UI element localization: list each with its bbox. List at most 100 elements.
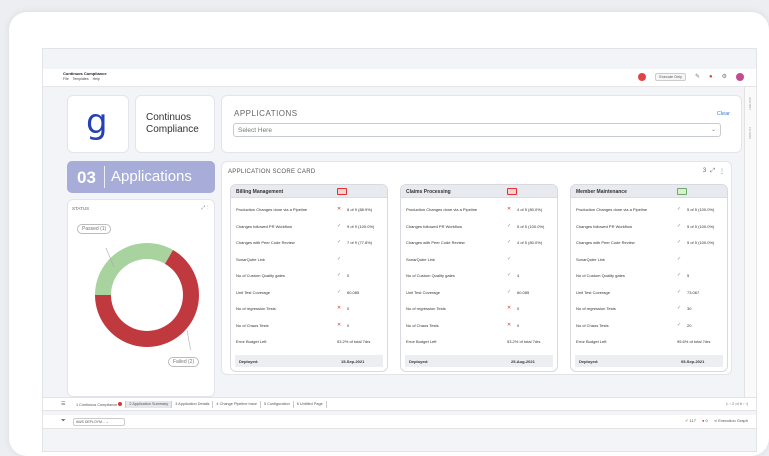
brand-name: Continuos Compliance bbox=[146, 112, 199, 135]
status-card: STATUS ⤢ ⋮ Passed (1) Failed (2) bbox=[67, 199, 215, 397]
metric-value: 5 of 5 (100.0%) bbox=[517, 223, 545, 229]
failed-callout: Failed (2) bbox=[168, 357, 200, 367]
check-icon: ✓ bbox=[677, 222, 682, 229]
metric-row: No of Custom Quality gates ✓ 4 bbox=[401, 271, 557, 281]
check-icon: ✓ bbox=[337, 272, 342, 278]
metric-label: Unit Test Coverage bbox=[576, 289, 610, 295]
deployed-date: 25-Aug-2021 bbox=[511, 359, 535, 364]
history-tab[interactable]: HISTORY bbox=[748, 97, 752, 110]
app-score-header: Claims Processing bbox=[401, 185, 557, 198]
expand-icon[interactable]: ⤢ ⋮ bbox=[201, 205, 208, 211]
metric-row: Error Budget Left 95.6% of total 7drs bbox=[571, 337, 727, 347]
page-tab[interactable]: 5 Configuration bbox=[261, 401, 294, 408]
menu-file[interactable]: File bbox=[63, 77, 69, 81]
page-tab-label: 6 Untitled Page bbox=[296, 402, 323, 406]
page-tab[interactable]: 2 Application Summary bbox=[126, 401, 173, 408]
count-divider bbox=[104, 166, 105, 188]
metric-label: No of regression Tests bbox=[406, 306, 446, 311]
alert-icon[interactable] bbox=[638, 73, 647, 81]
page-tab[interactable]: 6 Untitled Page bbox=[294, 401, 327, 408]
metric-label: Unit Test Coverage bbox=[406, 289, 440, 295]
metric-value: 5 of 5 (100.0%) bbox=[687, 223, 715, 229]
metric-value: 73.067 bbox=[687, 289, 700, 295]
avatar[interactable] bbox=[736, 73, 744, 81]
menu-icon[interactable]: ☰ bbox=[61, 401, 65, 407]
first-page-icon[interactable]: |‹ ‹ bbox=[726, 401, 731, 406]
metric-row: Changes with Peer Code Review ✓ 7 of 9 (77… bbox=[231, 238, 387, 248]
settings-icon[interactable]: ⚙ bbox=[722, 73, 727, 81]
metric-row: Error Budget Left 53.2% of total 7drs bbox=[231, 337, 387, 347]
metric-label: No of regression Tests bbox=[576, 306, 616, 311]
metric-value: 0 bbox=[347, 322, 350, 328]
page-tab[interactable]: 4 Change Pipeline trace bbox=[213, 401, 261, 408]
check-icon: ✓ bbox=[507, 255, 512, 262]
metric-label: No of Custom Quality gates bbox=[236, 273, 285, 278]
page-tab[interactable]: 3 Application Details bbox=[172, 401, 214, 408]
metric-row: Changes with Peer Code Review ✓ 4 of 5 (80… bbox=[401, 238, 557, 248]
metric-label: Production Changes done via a Pipeline bbox=[576, 207, 648, 212]
metric-label: Changes with Peer Code Review bbox=[576, 240, 635, 245]
metric-label: No of Chaos Tests bbox=[236, 322, 269, 328]
applications-count-label: Applications bbox=[111, 168, 192, 185]
error-icon: ● bbox=[701, 418, 705, 423]
error-count: 0 bbox=[705, 418, 708, 423]
metric-row: Changes followed PR Workflow ✓ 9 of 9 (100… bbox=[231, 222, 387, 232]
check-icon: ✓ bbox=[507, 272, 512, 278]
last-page-icon[interactable]: › ›| bbox=[743, 401, 748, 406]
page-tab-bar: ☰ 1 Continuos Compliance 2 Application Su… bbox=[43, 397, 756, 411]
applications-count: 03 bbox=[77, 168, 96, 187]
expand-icon[interactable]: ⤢ bbox=[710, 168, 715, 175]
metric-value: 5 of 5 (100.0%) bbox=[687, 207, 715, 212]
filters-tab[interactable]: FILTERS bbox=[748, 127, 752, 139]
filter-icon[interactable]: ⏷ bbox=[61, 418, 66, 425]
more-icon[interactable]: ⋮ bbox=[719, 168, 725, 175]
applications-label: APPLICATIONS bbox=[234, 109, 298, 118]
page-tab[interactable]: 1 Continuos Compliance bbox=[73, 401, 127, 408]
check-icon: ✓ bbox=[677, 288, 682, 295]
check-icon: ✓ bbox=[337, 288, 342, 295]
environment-select[interactable]: AWS DEPLOYM... ⌄ bbox=[73, 418, 125, 426]
deployed-label: Deployed: bbox=[409, 359, 429, 364]
menu-help[interactable]: Help bbox=[93, 77, 100, 81]
edit-icon[interactable]: ✎ bbox=[695, 73, 700, 81]
metric-label: SonarQube Link bbox=[406, 256, 435, 262]
metric-row: Error Budget Left 53.2% of total 7drs bbox=[401, 337, 557, 347]
app-name: Claims Processing bbox=[406, 189, 451, 195]
metric-value: 95.6% of total 7drs bbox=[677, 339, 711, 344]
metric-row: Changes followed PR Workflow ✓ 5 of 5 (100… bbox=[401, 222, 557, 232]
applications-count-card: 03 Applications bbox=[67, 161, 215, 193]
brand-name-card: Continuos Compliance bbox=[135, 95, 215, 153]
passed-callout: Passed (1) bbox=[77, 224, 112, 234]
score-card-tools: 3 ⤢ ⋮ bbox=[703, 168, 725, 175]
metric-row: No of Chaos Tests ✕ 0 bbox=[231, 321, 387, 331]
page-tab-label: 2 Application Summary bbox=[129, 402, 169, 406]
app-name: Billing Management bbox=[236, 189, 284, 195]
check-icon: ✓ bbox=[677, 206, 682, 212]
metric-label: SonarQube Link bbox=[236, 256, 265, 262]
check-icon: ✓ bbox=[337, 239, 342, 245]
pager: |‹ ‹ 2 of 6 › ›| bbox=[726, 401, 748, 406]
check-icon: ✓ bbox=[507, 288, 512, 295]
deployed-row: Deployed: 15-Sep-2021 bbox=[235, 355, 383, 367]
failed-status-icon bbox=[507, 188, 517, 195]
clear-link[interactable]: Clear bbox=[717, 111, 730, 117]
app-score-header: Billing Management bbox=[231, 185, 387, 198]
check-icon: ✓ bbox=[677, 321, 682, 328]
menu-templates[interactable]: Templates bbox=[73, 77, 89, 81]
metric-row: Production Changes done via a Pipeline ✕ 8… bbox=[231, 205, 387, 215]
metric-row: No of regression Tests ✓ 30 bbox=[571, 304, 727, 314]
notification-icon[interactable]: ● bbox=[709, 73, 713, 81]
execution-graph-button[interactable]: ⋖ Execution Graph bbox=[714, 418, 748, 423]
check-icon: ✓ bbox=[677, 305, 682, 311]
metric-row: Production Changes done via a Pipeline ✕ 4… bbox=[401, 205, 557, 215]
app-score-header: Member Maintenance bbox=[571, 185, 727, 198]
applications-filter-card: APPLICATIONS Clear Select Here ⌄ bbox=[221, 95, 742, 153]
applications-select[interactable]: Select Here ⌄ bbox=[233, 123, 721, 137]
execute-only-button[interactable]: Execute Only bbox=[655, 73, 686, 81]
metric-row: SonarQube Link ✓ bbox=[571, 255, 727, 265]
metric-value: 53.2% of total 7drs bbox=[337, 339, 371, 344]
ok-status: ✔ 117 bbox=[685, 418, 696, 423]
metric-value: 30 bbox=[687, 306, 692, 311]
metric-value: 20 bbox=[687, 322, 692, 328]
metric-label: Changes with Peer Code Review bbox=[406, 240, 465, 245]
